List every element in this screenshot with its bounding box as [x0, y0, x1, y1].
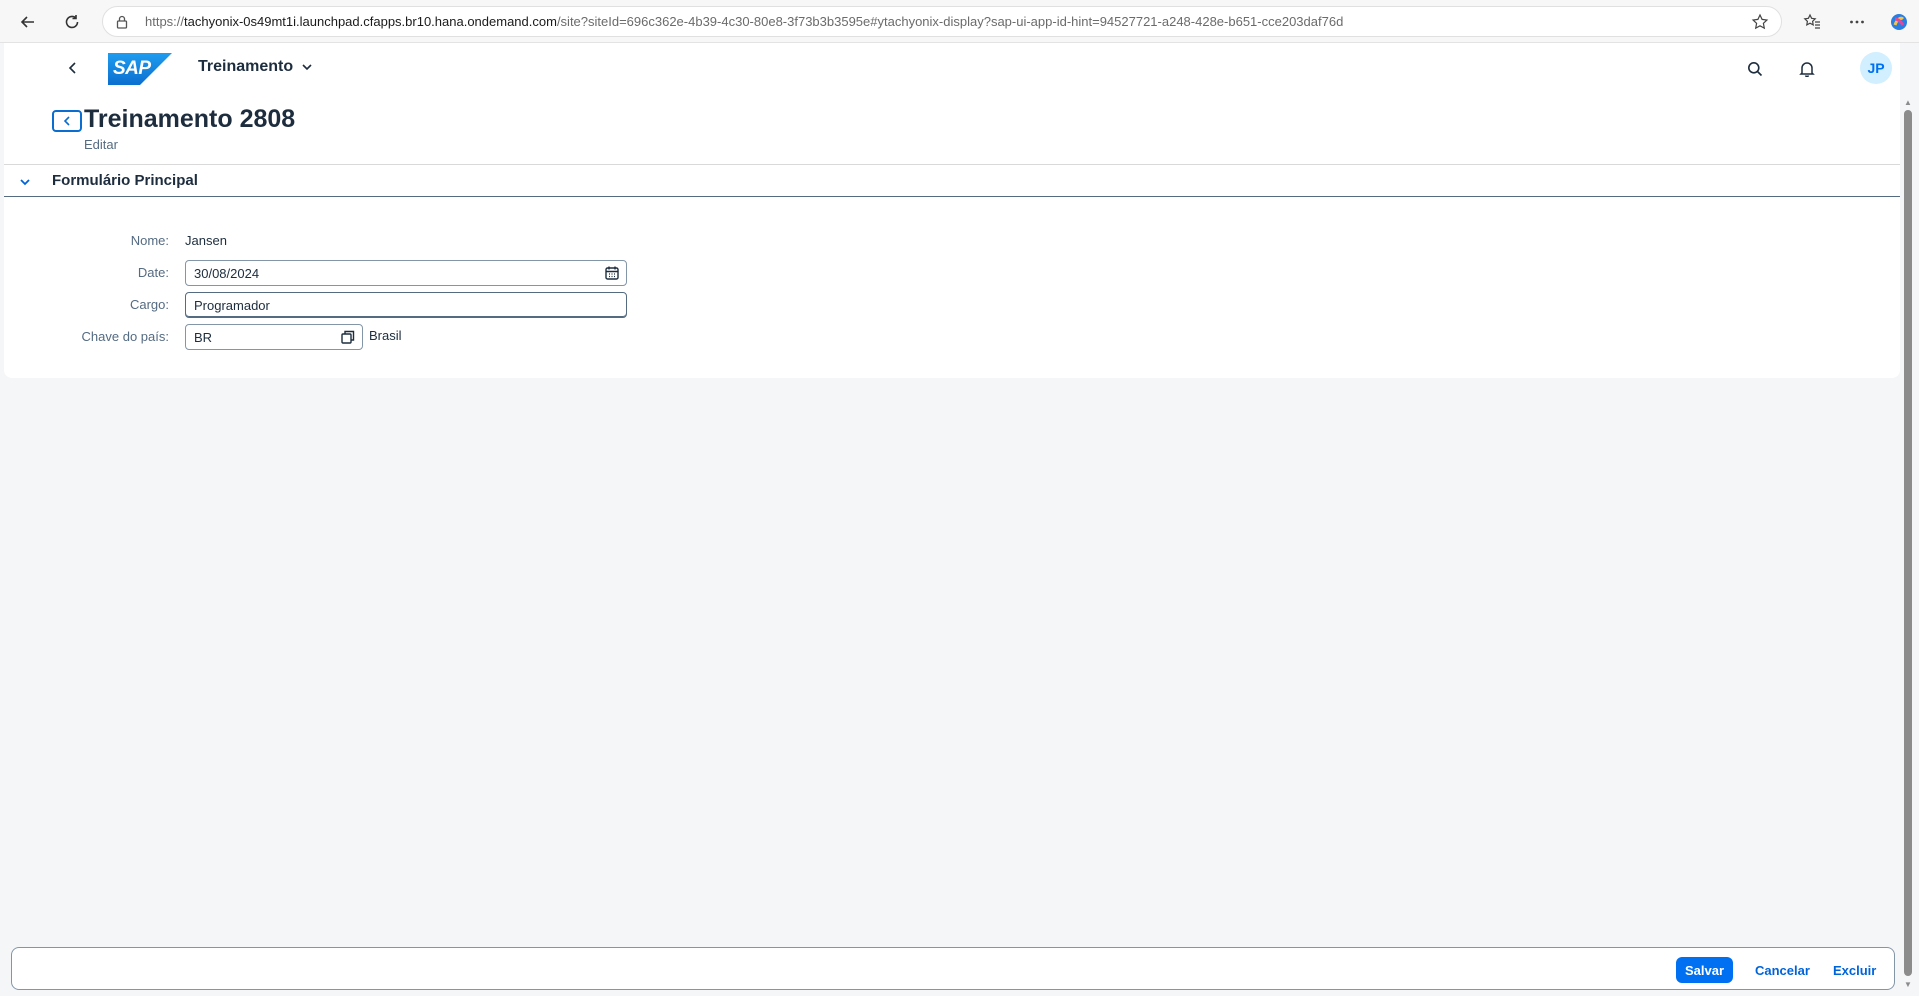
pais-value-help-input[interactable]: BR: [185, 324, 363, 350]
scrollbar-thumb[interactable]: [1904, 110, 1912, 976]
page-subtitle: Editar: [84, 137, 118, 152]
url-text: https://tachyonix-0s49mt1i.launchpad.cfa…: [145, 14, 1344, 29]
refresh-icon: [65, 15, 79, 29]
date-value: 30/08/2024: [194, 266, 260, 281]
title-back-button[interactable]: [52, 110, 82, 132]
pais-description: Brasil: [369, 328, 402, 343]
cargo-input[interactable]: Programador: [185, 292, 627, 318]
form-row-cargo: Cargo: Programador: [4, 291, 804, 319]
sap-logo-text: SAP: [113, 58, 151, 79]
cargo-value: Programador: [194, 298, 270, 313]
app-title-menu[interactable]: Treinamento: [198, 58, 313, 76]
pais-label: Chave do país:: [81, 329, 169, 344]
save-button[interactable]: Salvar: [1676, 957, 1734, 983]
shell-bar: SAP Treinamento JP: [4, 43, 1900, 93]
form-row-date: Date: 30/08/2024: [4, 259, 804, 287]
shell-back-button[interactable]: [60, 55, 86, 81]
delete-button[interactable]: Excluir: [1824, 957, 1885, 983]
notifications-button[interactable]: [1793, 55, 1821, 83]
favorites-icon[interactable]: [1797, 8, 1827, 36]
scroll-up-arrow-icon[interactable]: ▲: [1903, 98, 1913, 108]
value-help-icon[interactable]: [340, 329, 356, 345]
more-options-icon[interactable]: [1842, 8, 1872, 36]
copilot-icon[interactable]: [1884, 8, 1914, 36]
site-info-icon[interactable]: [115, 15, 145, 29]
section-title: Formulário Principal: [52, 172, 198, 189]
search-button[interactable]: [1741, 55, 1769, 83]
collapse-chevron-icon[interactable]: [16, 173, 34, 191]
nome-value: Jansen: [185, 233, 227, 248]
date-label: Date:: [137, 265, 169, 280]
bell-icon: [1799, 62, 1815, 77]
page-title: Treinamento 2808: [84, 105, 296, 133]
scroll-down-arrow-icon[interactable]: ▼: [1903, 980, 1913, 990]
date-picker-input[interactable]: 30/08/2024: [185, 260, 627, 286]
chevron-left-icon: [68, 62, 76, 74]
address-bar[interactable]: https://tachyonix-0s49mt1i.launchpad.cfa…: [102, 6, 1782, 37]
user-avatar[interactable]: JP: [1860, 52, 1892, 84]
pais-value: BR: [194, 330, 213, 345]
chevron-left-icon: [63, 116, 70, 126]
nome-label: Nome:: [130, 233, 169, 248]
form-row-nome: Nome: Jansen: [4, 227, 804, 255]
arrow-left-icon: [20, 16, 34, 28]
object-page-header: Treinamento 2808 Editar: [4, 93, 1900, 165]
sap-logo[interactable]: SAP: [108, 53, 172, 85]
section-header: Formulário Principal: [4, 165, 1900, 197]
browser-refresh-button[interactable]: [58, 8, 86, 36]
app-title-label: Treinamento: [198, 58, 294, 75]
calendar-icon[interactable]: [604, 265, 620, 281]
page-scrollbar[interactable]: ▲ ▼: [1902, 96, 1914, 992]
form-row-pais: Chave do país: BR Brasil: [4, 323, 804, 351]
browser-toolbar: https://tachyonix-0s49mt1i.launchpad.cfa…: [0, 0, 1919, 43]
chevron-down-icon: [302, 64, 312, 71]
cancel-button[interactable]: Cancelar: [1746, 957, 1819, 983]
cargo-label: Cargo:: [129, 297, 169, 312]
favorite-star-icon[interactable]: [1751, 13, 1769, 36]
browser-back-button[interactable]: [14, 8, 42, 36]
form-section: Formulário Principal Nome: Jansen Date: …: [4, 165, 1900, 378]
search-icon: [1748, 62, 1763, 77]
footer-toolbar: Salvar Cancelar Excluir: [11, 947, 1895, 990]
